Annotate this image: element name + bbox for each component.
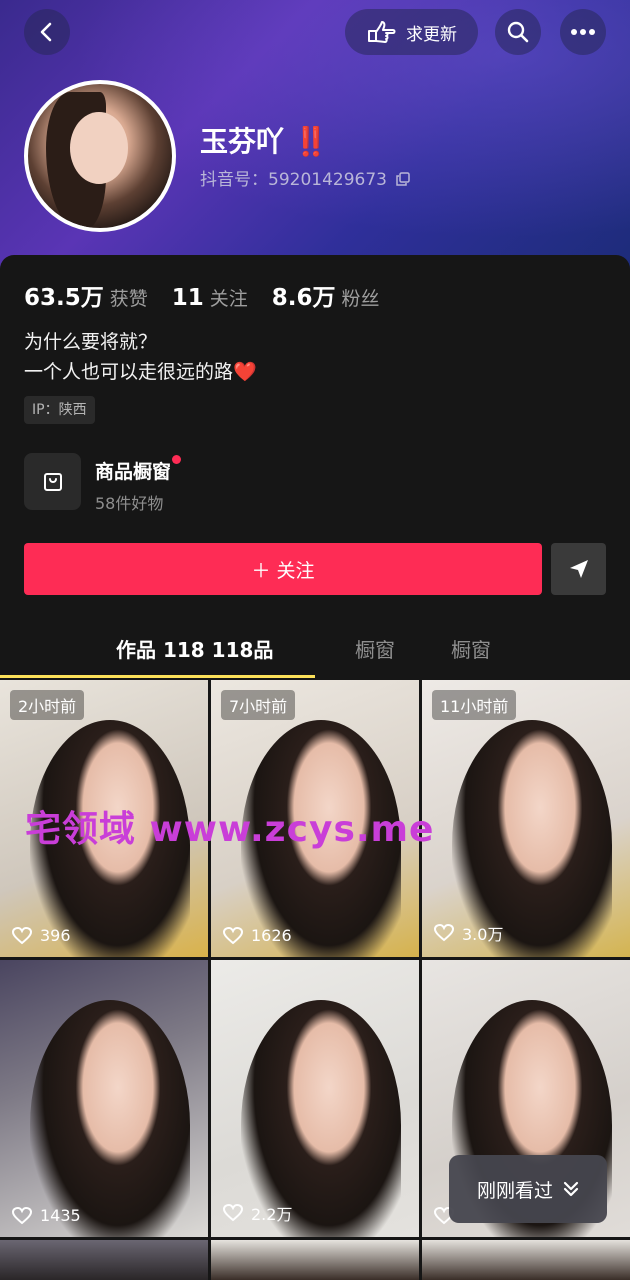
- heart-icon: [12, 1206, 32, 1224]
- hand-point-icon: [368, 21, 396, 43]
- search-icon: [507, 21, 529, 43]
- more-options-button[interactable]: [560, 9, 606, 55]
- ip-location-tag: IP：陕西: [24, 396, 95, 424]
- just-viewed-button[interactable]: 刚刚看过: [449, 1155, 607, 1223]
- profile-stats: 63.5万 获赞 11 关注 8.6万 粉丝: [24, 278, 380, 312]
- douyin-id[interactable]: 抖音号：59201429673: [200, 165, 411, 190]
- stat-likes[interactable]: 63.5万 获赞: [24, 278, 148, 312]
- video-time-badge: 7小时前: [221, 690, 296, 720]
- stat-following[interactable]: 11 关注: [172, 284, 248, 311]
- video-likes: 3.0万: [434, 921, 503, 945]
- share-button[interactable]: [551, 543, 606, 595]
- tab-shop-window-2[interactable]: 橱窗: [451, 634, 491, 663]
- video-tile[interactable]: [211, 1240, 419, 1280]
- video-likes-count: 1435: [40, 1206, 81, 1225]
- heart-icon: [434, 924, 454, 942]
- stat-likes-label: 获赞: [109, 288, 148, 310]
- shop-title-text: 商品橱窗: [95, 461, 172, 483]
- video-tile[interactable]: [422, 1240, 630, 1280]
- notification-dot: [172, 455, 182, 464]
- tab-shop-window-1[interactable]: 橱窗: [355, 634, 395, 663]
- shop-window-entry[interactable]: 商品橱窗 58件好物: [24, 453, 182, 514]
- just-viewed-label: 刚刚看过: [476, 1179, 553, 1202]
- video-time-badge: 11小时前: [432, 690, 517, 720]
- profile-name: 玉芬吖 ‼️: [200, 120, 329, 160]
- heart-icon: [12, 926, 32, 944]
- video-likes: 1435: [12, 1206, 81, 1225]
- video-time-badge: 2小时前: [10, 690, 85, 720]
- shop-subtitle: 58件好物: [95, 494, 164, 513]
- video-likes: 2.2万: [223, 1201, 292, 1225]
- bio-line-1: 为什么要将就？: [24, 331, 158, 353]
- video-likes-count: 3.0万: [462, 925, 504, 944]
- heart-icon: [223, 1204, 243, 1222]
- video-tile[interactable]: 11小时前 3.0万: [422, 680, 630, 957]
- double-exclamation-badge: ‼️: [293, 125, 329, 158]
- tab-works[interactable]: 作品 118 118品: [116, 634, 273, 663]
- search-button[interactable]: [495, 9, 541, 55]
- more-dots-icon: [571, 29, 595, 35]
- stat-likes-value: 63.5万: [24, 285, 104, 311]
- video-likes-count: 396: [40, 926, 71, 945]
- shop-icon: [24, 453, 81, 510]
- video-tile[interactable]: 2.2万: [211, 960, 419, 1237]
- stat-followers-label: 粉丝: [341, 288, 380, 310]
- video-tile[interactable]: [0, 1240, 208, 1280]
- back-button[interactable]: [24, 9, 70, 55]
- video-likes-count: 1626: [251, 926, 292, 945]
- chevron-left-icon: [40, 22, 52, 42]
- shop-title: 商品橱窗: [95, 455, 182, 484]
- profile-name-text: 玉芬吖: [200, 125, 285, 158]
- content-tabs: 作品 118 118品 橱窗 橱窗: [0, 620, 630, 678]
- stat-followers-value: 8.6万: [271, 285, 336, 311]
- profile-bio: 为什么要将就？ 一个人也可以走很远的路❤️: [24, 327, 257, 387]
- heart-icon: [223, 926, 243, 944]
- active-tab-indicator: [0, 675, 315, 678]
- stat-following-label: 关注: [209, 288, 248, 310]
- stat-following-value: 11: [171, 285, 204, 311]
- video-tile[interactable]: 1435: [0, 960, 208, 1237]
- video-likes: 1626: [223, 926, 292, 945]
- copy-icon[interactable]: [396, 172, 411, 186]
- douyin-id-text: 抖音号：59201429673: [200, 170, 387, 190]
- send-icon: [569, 560, 588, 578]
- video-likes-count: 2.2万: [251, 1205, 293, 1224]
- request-update-button[interactable]: 求更新: [345, 9, 478, 55]
- follow-button[interactable]: ＋ 关注: [24, 543, 542, 595]
- bio-line-2: 一个人也可以走很远的路❤️: [24, 361, 257, 383]
- request-update-label: 求更新: [406, 24, 457, 45]
- stat-followers[interactable]: 8.6万 粉丝: [272, 278, 380, 312]
- site-watermark: 宅领域 www.zcys.me: [25, 809, 435, 850]
- video-likes: 396: [12, 926, 71, 945]
- avatar[interactable]: [24, 80, 176, 232]
- double-chevron-down-icon: [563, 1181, 579, 1197]
